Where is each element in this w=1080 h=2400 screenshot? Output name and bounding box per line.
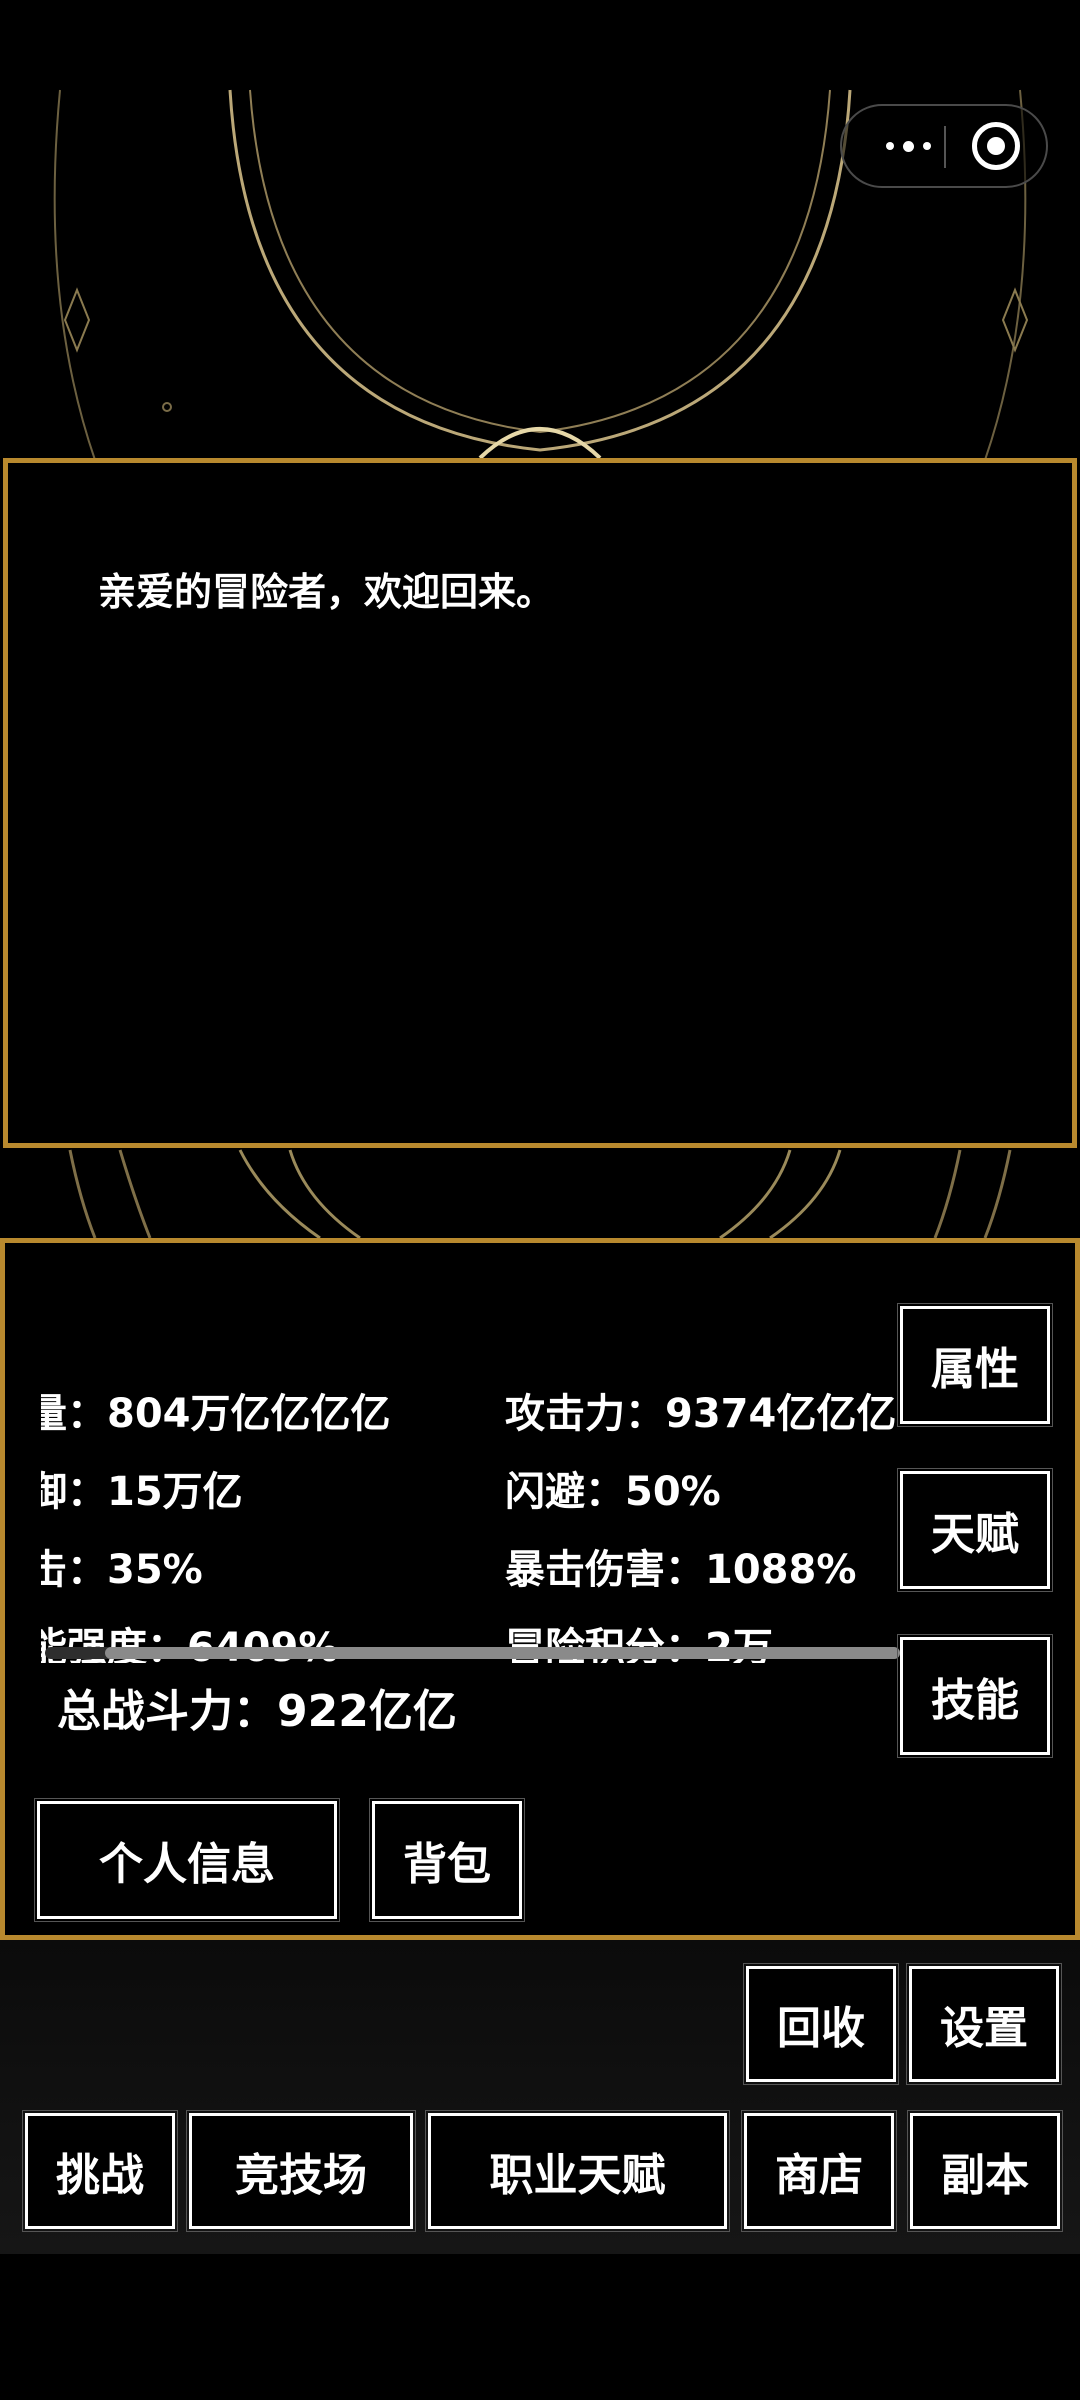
shop-button[interactable]: 商店 — [741, 2110, 897, 2232]
stat-left-2: 御：15万亿 — [41, 1469, 243, 1515]
capsule-divider — [944, 126, 946, 168]
recycle-button[interactable]: 回收 — [743, 1963, 899, 2085]
bag-button[interactable]: 背包 — [369, 1798, 525, 1922]
talent-button[interactable]: 天赋 — [897, 1468, 1053, 1592]
stats-scroll-area[interactable]: 量：804万亿亿亿亿 攻击力：9374亿亿亿 御：15万亿 闪避：50% 击：3… — [41, 1303, 901, 1663]
stats-scrollbar-thumb[interactable] — [105, 1647, 900, 1659]
stat-crit-damage: 暴击伤害：1088% — [505, 1547, 857, 1593]
welcome-message: 亲爱的冒险者，欢迎回来。 — [98, 570, 555, 614]
message-panel: 亲爱的冒险者，欢迎回来。 — [3, 458, 1077, 1148]
more-dots-icon[interactable] — [868, 106, 948, 186]
profile-button[interactable]: 个人信息 — [34, 1798, 340, 1922]
stat-left-1: 量：804万亿亿亿亿 — [41, 1391, 391, 1437]
mini-program-capsule — [840, 104, 1048, 188]
attributes-button[interactable]: 属性 — [897, 1303, 1053, 1427]
class-talent-button[interactable]: 职业天赋 — [425, 2110, 730, 2232]
arena-button[interactable]: 竞技场 — [186, 2110, 416, 2232]
stat-attack: 攻击力：9374亿亿亿 — [505, 1391, 897, 1437]
skills-button[interactable]: 技能 — [897, 1634, 1053, 1758]
stat-left-3: 击：35% — [41, 1547, 203, 1593]
settings-button[interactable]: 设置 — [906, 1963, 1062, 2085]
stat-dodge: 闪避：50% — [505, 1469, 721, 1515]
total-power: 总战斗力：922亿亿 — [57, 1686, 457, 1737]
challenge-button[interactable]: 挑战 — [22, 2110, 178, 2232]
target-icon[interactable] — [972, 122, 1020, 170]
stats-scrollbar[interactable] — [45, 1647, 900, 1659]
dungeon-button[interactable]: 副本 — [907, 2110, 1063, 2232]
